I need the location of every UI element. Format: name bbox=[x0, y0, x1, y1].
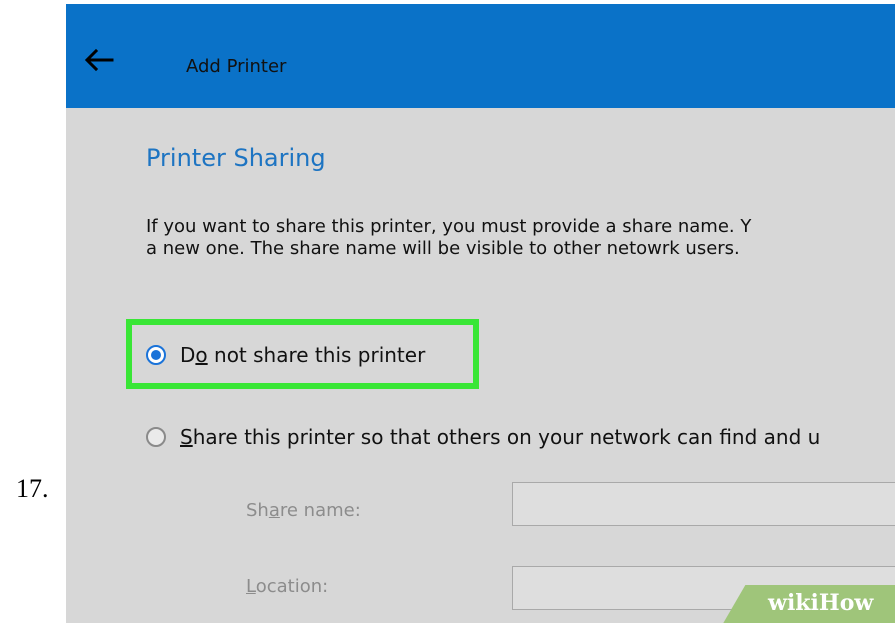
add-printer-window: Add Printer Printer Sharing If you want … bbox=[66, 4, 895, 623]
step-number: 17. bbox=[16, 474, 49, 503]
description-line-1: If you want to share this printer, you m… bbox=[146, 216, 752, 237]
radio-label-do-not-share: Do not share this printer bbox=[180, 343, 426, 367]
radio-do-not-share[interactable]: Do not share this printer bbox=[146, 340, 425, 370]
radio-button-selected[interactable] bbox=[146, 345, 166, 365]
description-text: If you want to share this printer, you m… bbox=[146, 216, 751, 260]
arrow-left-icon bbox=[84, 48, 114, 72]
wikihow-watermark: wikiHow bbox=[768, 590, 874, 616]
description-line-2: a new one. The share name will be visibl… bbox=[146, 238, 740, 259]
back-button[interactable] bbox=[84, 48, 114, 72]
page-heading: Printer Sharing bbox=[146, 144, 326, 172]
share-name-input[interactable] bbox=[512, 482, 895, 526]
share-name-label: Share name: bbox=[246, 500, 361, 521]
title-bar: Add Printer bbox=[66, 4, 895, 108]
location-label: Location: bbox=[246, 576, 329, 597]
radio-button-unselected[interactable] bbox=[146, 427, 166, 447]
window-title: Add Printer bbox=[186, 56, 287, 77]
radio-share-printer[interactable]: Share this printer so that others on you… bbox=[146, 422, 820, 452]
radio-label-share-printer: Share this printer so that others on you… bbox=[180, 425, 821, 449]
